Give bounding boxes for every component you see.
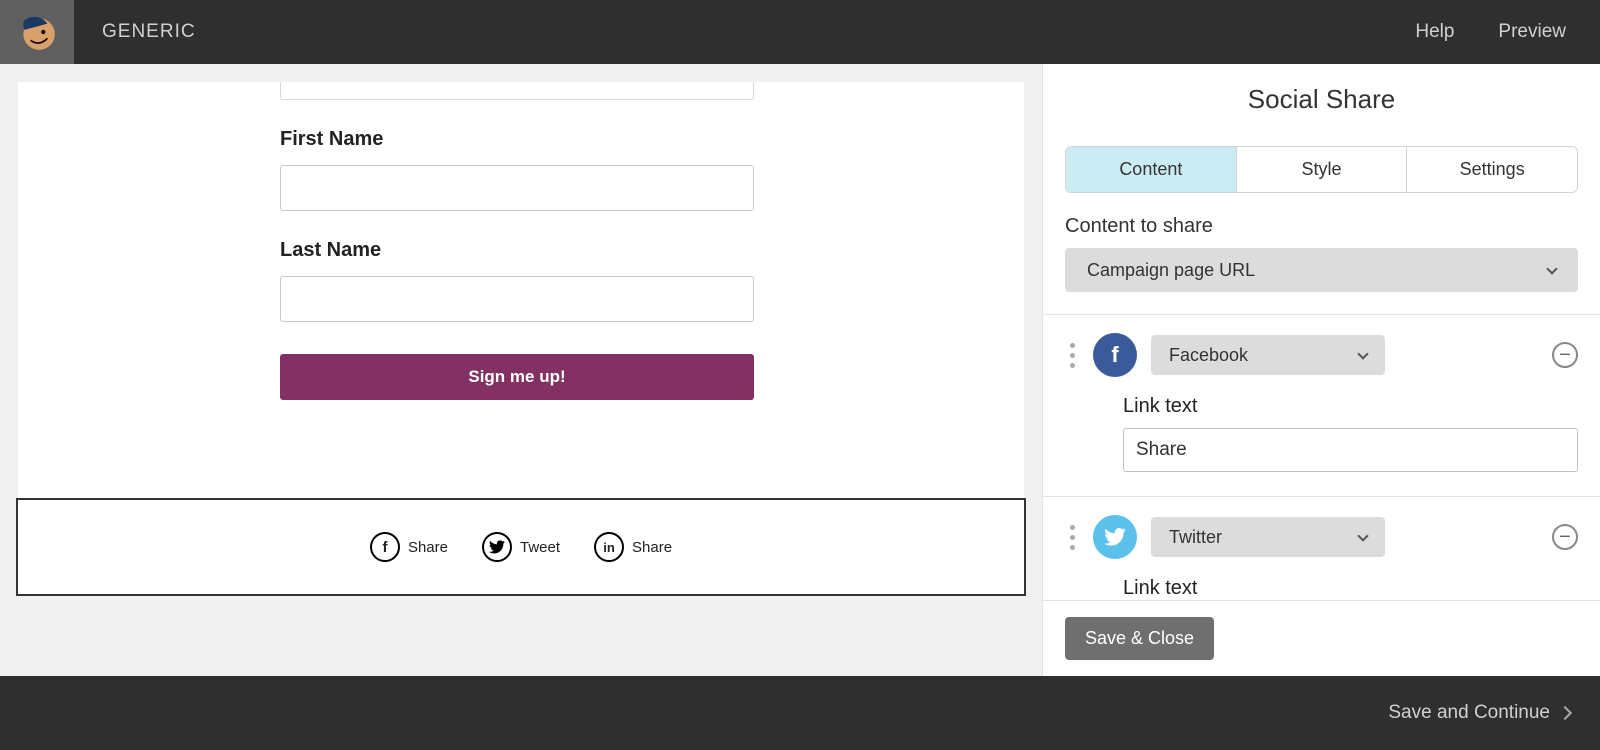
save-close-button[interactable]: Save & Close [1065, 617, 1214, 660]
tab-style[interactable]: Style [1236, 147, 1407, 192]
last-name-input[interactable] [280, 276, 754, 322]
service-row-twitter: Twitter − Link text [1043, 496, 1600, 600]
tab-content[interactable]: Content [1066, 147, 1236, 192]
tab-bar: Content Style Settings [1065, 146, 1578, 193]
link-text-label: Link text [1123, 395, 1578, 418]
share-item-linkedin[interactable]: in Share [594, 532, 672, 562]
campaign-name: GENERIC [102, 21, 196, 43]
bottombar: Save and Continue [0, 676, 1600, 750]
chevron-down-icon [1357, 348, 1368, 359]
facebook-icon: f [370, 532, 400, 562]
save-continue-label: Save and Continue [1388, 702, 1550, 724]
share-label: Tweet [520, 539, 560, 556]
service-dropdown-twitter[interactable]: Twitter [1151, 517, 1385, 557]
content-to-share-dropdown[interactable]: Campaign page URL [1065, 248, 1578, 292]
link-text-input-facebook[interactable] [1123, 428, 1578, 472]
dropdown-value: Facebook [1169, 345, 1248, 366]
share-label: Share [632, 539, 672, 556]
facebook-icon: f [1093, 333, 1137, 377]
share-item-twitter[interactable]: Tweet [482, 532, 560, 562]
share-item-facebook[interactable]: f Share [370, 532, 448, 562]
preview-canvas: First Name Last Name Sign me up! f Share… [0, 64, 1042, 676]
social-share-block[interactable]: f Share Tweet in Share [16, 498, 1026, 596]
share-label: Share [408, 539, 448, 556]
twitter-icon [482, 532, 512, 562]
last-name-label: Last Name [280, 239, 754, 262]
remove-service-button[interactable]: − [1552, 524, 1578, 550]
first-name-label: First Name [280, 128, 754, 151]
help-link[interactable]: Help [1415, 21, 1454, 43]
dropdown-value: Campaign page URL [1087, 260, 1255, 281]
panel-footer: Save & Close [1043, 600, 1600, 676]
chevron-down-icon [1357, 530, 1368, 541]
twitter-icon [1093, 515, 1137, 559]
preview-link[interactable]: Preview [1498, 21, 1566, 43]
editor-panel: Social Share Content Style Settings Cont… [1042, 64, 1600, 676]
mailchimp-logo-icon [16, 11, 58, 53]
previous-field-clip [280, 82, 754, 100]
content-to-share-label: Content to share [1065, 215, 1578, 238]
tab-settings[interactable]: Settings [1406, 147, 1577, 192]
remove-service-button[interactable]: − [1552, 342, 1578, 368]
drag-handle-icon[interactable] [1065, 525, 1079, 550]
drag-handle-icon[interactable] [1065, 343, 1079, 368]
save-continue-button[interactable]: Save and Continue [1388, 702, 1570, 724]
email-preview: First Name Last Name Sign me up! f Share… [18, 82, 1024, 586]
panel-title: Social Share [1043, 84, 1600, 115]
service-row-facebook: f Facebook − Link text [1043, 314, 1600, 496]
chevron-down-icon [1546, 263, 1557, 274]
link-text-label: Link text [1123, 577, 1578, 600]
dropdown-value: Twitter [1169, 527, 1222, 548]
signup-button[interactable]: Sign me up! [280, 354, 754, 400]
service-dropdown-facebook[interactable]: Facebook [1151, 335, 1385, 375]
linkedin-icon: in [594, 532, 624, 562]
app-logo[interactable] [0, 0, 74, 64]
chevron-right-icon [1558, 706, 1572, 720]
topbar: GENERIC Help Preview [0, 0, 1600, 64]
first-name-input[interactable] [280, 165, 754, 211]
